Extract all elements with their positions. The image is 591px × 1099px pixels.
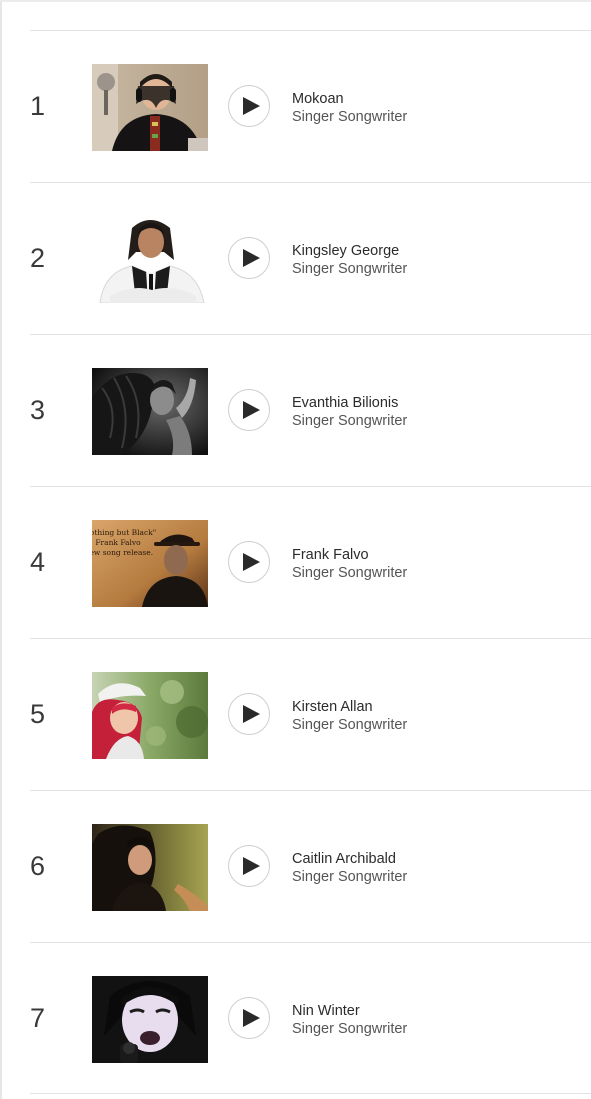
chart-row: 2 Kingsley George Singer Songwriter	[30, 182, 591, 334]
artist-thumbnail[interactable]	[92, 368, 208, 455]
play-button[interactable]	[228, 997, 270, 1039]
artist-genre: Singer Songwriter	[292, 261, 408, 277]
artist-photo-kirsten-allan	[92, 672, 208, 759]
artist-info: Nin Winter Singer Songwriter	[292, 1002, 407, 1038]
play-button[interactable]	[228, 389, 270, 431]
play-icon	[243, 857, 260, 875]
chart-row: 7 Nin Winter Singer Songwriter	[30, 942, 591, 1094]
chart-row: 4 "Nothing but Black" Frank Falvo New so…	[30, 486, 591, 638]
rank-number: 1	[30, 91, 46, 121]
play-button[interactable]	[228, 85, 270, 127]
thumb-caption-line-2: Frank Falvo	[95, 538, 141, 547]
rank-number: 2	[30, 243, 46, 273]
artist-thumbnail[interactable]	[92, 824, 208, 911]
chart-row: 3 Evanthia Bilionis Singer Songwriter	[30, 334, 591, 486]
chart-row: 6 Caitlin Archibald Singer Songwriter	[30, 790, 591, 942]
play-button[interactable]	[228, 845, 270, 887]
artist-photo-kingsley-george	[92, 216, 208, 303]
artist-info: Evanthia Bilionis Singer Songwriter	[292, 394, 407, 430]
play-icon	[243, 249, 260, 267]
artist-thumbnail[interactable]: "Nothing but Black" Frank Falvo New song…	[92, 520, 208, 607]
artist-info: Mokoan Singer Songwriter	[292, 90, 407, 126]
artist-name-link[interactable]: Kingsley George	[292, 242, 407, 260]
artist-thumbnail[interactable]	[92, 64, 208, 151]
artist-photo-mokoan	[92, 64, 208, 151]
rank-number: 3	[30, 395, 46, 425]
artist-name-link[interactable]: Kirsten Allan	[292, 698, 407, 716]
artist-genre: Singer Songwriter	[292, 109, 408, 125]
rank-number: 5	[30, 699, 46, 729]
artist-genre: Singer Songwriter	[292, 565, 408, 581]
rank-number: 6	[30, 851, 46, 881]
artist-genre: Singer Songwriter	[292, 869, 408, 885]
chart-row: 5 Kirsten Allan Singer Songwriter	[30, 638, 591, 790]
play-icon	[243, 1009, 260, 1027]
chart-list: 1 Mokoan Singer Songwriter 2 Kingsley Ge…	[30, 30, 591, 1094]
thumb-caption-line-3: New song release.	[92, 548, 153, 557]
artist-photo-caitlin-archibald	[92, 824, 208, 911]
artist-genre: Singer Songwriter	[292, 413, 408, 429]
artist-photo-nin-winter	[92, 976, 208, 1063]
artist-name-link[interactable]: Evanthia Bilionis	[292, 394, 407, 412]
artist-photo-frank-falvo: "Nothing but Black" Frank Falvo New song…	[92, 520, 208, 607]
thumb-caption-line-1: "Nothing but Black"	[92, 528, 156, 537]
artist-name-link[interactable]: Nin Winter	[292, 1002, 407, 1020]
artist-genre: Singer Songwriter	[292, 1021, 408, 1037]
artist-thumbnail[interactable]	[92, 976, 208, 1063]
play-icon	[243, 401, 260, 419]
artist-info: Kirsten Allan Singer Songwriter	[292, 698, 407, 734]
artist-info: Frank Falvo Singer Songwriter	[292, 546, 407, 582]
chart-row: 1 Mokoan Singer Songwriter	[30, 30, 591, 182]
play-icon	[243, 97, 260, 115]
artist-genre: Singer Songwriter	[292, 717, 408, 733]
rank-number: 4	[30, 547, 46, 577]
artist-name-link[interactable]: Mokoan	[292, 90, 407, 108]
play-button[interactable]	[228, 237, 270, 279]
play-button[interactable]	[228, 541, 270, 583]
play-icon	[243, 705, 260, 723]
rank-number: 7	[30, 1003, 46, 1033]
artist-info: Caitlin Archibald Singer Songwriter	[292, 850, 407, 886]
play-button[interactable]	[228, 693, 270, 735]
play-icon	[243, 553, 260, 571]
artist-info: Kingsley George Singer Songwriter	[292, 242, 407, 278]
top-border	[0, 0, 591, 2]
artist-name-link[interactable]: Frank Falvo	[292, 546, 407, 564]
artist-thumbnail[interactable]	[92, 672, 208, 759]
artist-photo-evanthia-bilionis	[92, 368, 208, 455]
artist-name-link[interactable]: Caitlin Archibald	[292, 850, 407, 868]
left-border	[0, 0, 2, 1099]
artist-thumbnail[interactable]	[92, 216, 208, 303]
